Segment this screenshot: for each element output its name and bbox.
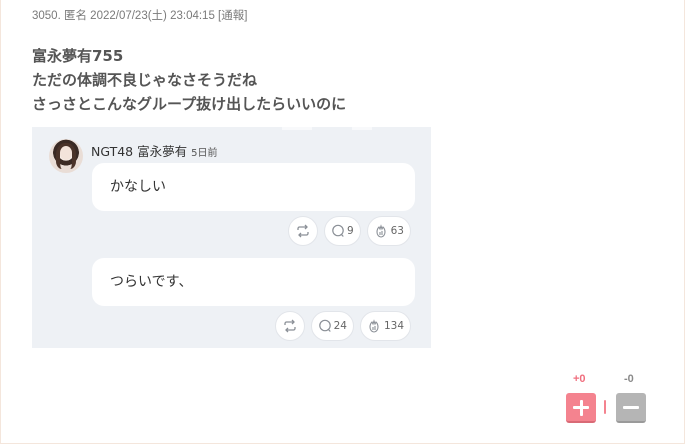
clap-icon — [369, 318, 379, 333]
repost-icon — [297, 224, 309, 238]
comment-line: ただの体調不良じゃなさそうだね — [32, 71, 258, 89]
embed-author[interactable]: NGT48 富永夢有 5日前 — [91, 141, 217, 160]
avatar-face — [60, 146, 72, 160]
message-bubble: つらいです、 — [92, 258, 415, 306]
post-time: 5日前 — [191, 148, 218, 159]
comment-button[interactable]: 9 — [323, 216, 361, 246]
comment-body: 富永夢有755 ただの体調不良じゃなさそうだね さっさとこんなグループ抜け出した… — [32, 44, 346, 116]
plus-count: +0 — [573, 373, 586, 385]
embedded-post[interactable]: NGT48 富永夢有 5日前 かなしい 9 63 つらいです、 24 134 — [32, 127, 431, 348]
clap-count: 134 — [383, 320, 404, 332]
avatar[interactable] — [49, 139, 83, 173]
repost-button[interactable] — [274, 311, 305, 341]
author-name: NGT48 富永夢有 — [91, 144, 188, 159]
minus-vote-button[interactable] — [616, 393, 646, 423]
message-bubble: かなしい — [92, 163, 415, 211]
comment-count: 24 — [333, 320, 347, 332]
clap-count: 63 — [390, 225, 404, 237]
comment-meta: 3050. 匿名 2022/07/23(土) 23:04:15 [通報] — [32, 7, 247, 23]
embed-top-edge — [32, 127, 431, 130]
clap-button[interactable]: 63 — [366, 216, 411, 246]
vote-controls: +0 -0 — [564, 372, 648, 426]
message-text: かなしい — [110, 179, 166, 195]
message-text: つらいです、 — [110, 274, 193, 290]
comment-meta-text: 3050. 匿名 2022/07/23(土) 23:04:15 — [32, 10, 215, 22]
message-actions: 24 134 — [274, 311, 411, 341]
repost-button[interactable] — [287, 216, 318, 246]
clap-icon — [376, 223, 386, 238]
comment-line: さっさとこんなグループ抜け出したらいいのに — [32, 95, 347, 113]
comment-count: 9 — [346, 225, 354, 237]
report-link[interactable]: [通報] — [218, 10, 247, 22]
clap-button[interactable]: 134 — [359, 311, 411, 341]
comment-icon — [332, 224, 344, 237]
repost-icon — [283, 319, 296, 333]
vote-divider — [604, 400, 606, 414]
plus-vote-button[interactable] — [566, 393, 596, 423]
comment-icon — [318, 319, 331, 332]
comment-button[interactable]: 24 — [310, 311, 354, 341]
comment-line: 富永夢有755 — [32, 47, 124, 65]
minus-count: -0 — [624, 373, 634, 385]
comment-card: 3050. 匿名 2022/07/23(土) 23:04:15 [通報] 富永夢… — [0, 0, 685, 444]
message-actions: 9 63 — [287, 216, 411, 246]
